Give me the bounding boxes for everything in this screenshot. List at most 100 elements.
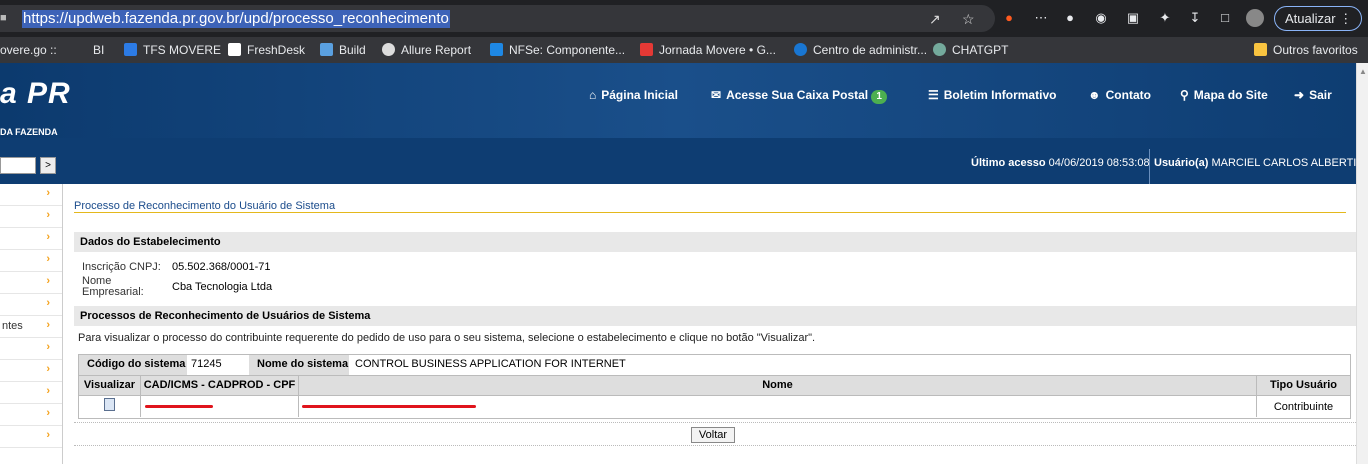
sidebar-item[interactable]: › [0, 206, 62, 228]
table-header: Visualizar CAD/ICMS - CADPROD - CPF Nome… [79, 375, 1350, 395]
sidebar-item[interactable]: ntes › [0, 316, 62, 338]
bookmark-icon [382, 43, 395, 56]
sys-name-value: CONTROL BUSINESS APPLICATION FOR INTERNE… [355, 358, 626, 370]
nav-exit[interactable]: ➜ Sair [1294, 88, 1332, 102]
section-header-processes: Processos de Reconhecimento de Usuários … [74, 306, 1356, 326]
mailbox-count-badge: 1 [871, 90, 888, 104]
url-text[interactable]: https://updweb.fazenda.pr.gov.br/upd/pro… [22, 10, 450, 28]
chevron-right-icon: › [46, 319, 50, 331]
sys-code-value: 71245 [191, 358, 222, 370]
sidebar-item[interactable]: › [0, 360, 62, 382]
bookmarks-bar: overe.go :: BI TFS MOVERE FreshDesk Buil… [0, 37, 1368, 63]
download-icon[interactable]: ↧ [1186, 9, 1204, 27]
bookmark-icon [794, 43, 807, 56]
chevron-right-icon: › [46, 209, 50, 221]
envelope-icon: ✉ [711, 88, 722, 102]
map-marker-icon: ⚲ [1180, 88, 1189, 102]
bookmark-item[interactable]: FreshDesk [228, 43, 305, 57]
users-icon: ☻ [1088, 88, 1101, 102]
nav-contact[interactable]: ☻ Contato [1088, 88, 1151, 102]
bookmark-item[interactable]: Jornada Movere • G... [640, 43, 776, 57]
address-bar[interactable]: ■ https://updweb.fazenda.pr.gov.br/upd/p… [0, 5, 995, 32]
nav-home[interactable]: ⌂ Página Inicial [589, 88, 678, 102]
col-view: Visualizar [83, 379, 136, 391]
extension-icon[interactable]: ● [1000, 9, 1018, 27]
actions-bar: Voltar [74, 422, 1356, 446]
sidebar-item[interactable]: › [0, 184, 62, 206]
sidebar-item[interactable]: › [0, 338, 62, 360]
section-header-establishment: Dados do Estabelecimento [74, 232, 1356, 252]
browser-toolbar: ■ https://updweb.fazenda.pr.gov.br/upd/p… [0, 0, 1368, 37]
col-name: Nome [298, 376, 1256, 395]
sidebar-item[interactable]: › [0, 272, 62, 294]
sidebar-item[interactable]: › [0, 404, 62, 426]
cadicms-cell [140, 396, 298, 417]
bookmark-item[interactable]: Outros favoritos [1254, 43, 1358, 57]
bookmark-icon [933, 43, 946, 56]
chevron-right-icon: › [46, 231, 50, 243]
nav-bulletin[interactable]: ☰ Boletim Informativo [928, 88, 1056, 102]
sidepanel-icon[interactable]: □ [1216, 9, 1234, 27]
extension-icon[interactable]: ● [1061, 9, 1079, 27]
star-icon[interactable]: ☆ [962, 11, 975, 28]
chevron-right-icon: › [46, 407, 50, 419]
bookmark-icon [640, 43, 653, 56]
system-info-row: Código do sistema 71245 Nome do sistema … [79, 355, 1350, 375]
sidebar-item[interactable]: › [0, 426, 62, 448]
bookmark-item[interactable]: overe.go :: [0, 43, 57, 57]
chevron-right-icon: › [46, 187, 50, 199]
extension-icon[interactable]: ◉ [1092, 9, 1110, 27]
home-icon: ⌂ [589, 88, 597, 102]
page-title: Processo de Reconhecimento do Usuário de… [74, 200, 336, 212]
bookmark-item[interactable]: CHATGPT [933, 43, 1008, 57]
bookmark-icon [320, 43, 333, 56]
main-content: Processo de Reconhecimento do Usuário de… [64, 184, 1356, 464]
bookmark-item[interactable]: BI [93, 43, 104, 57]
processes-table: Código do sistema 71245 Nome do sistema … [78, 354, 1351, 419]
header-divider [1149, 149, 1150, 185]
bookmark-item[interactable]: Allure Report [382, 43, 471, 57]
folder-icon [1254, 43, 1267, 56]
sidebar-item[interactable]: › [0, 294, 62, 316]
chevron-right-icon: › [46, 385, 50, 397]
site-logo[interactable]: a PR [0, 77, 71, 111]
bookmark-icon [490, 43, 503, 56]
chevron-right-icon: › [46, 253, 50, 265]
sidebar-item[interactable]: › [0, 382, 62, 404]
company-name-value: Cba Tecnologia Ltda [172, 281, 273, 293]
chevron-right-icon: › [46, 363, 50, 375]
title-divider [74, 212, 1346, 213]
nav-mailbox[interactable]: ✉ Acesse Sua Caixa Postal 1 [711, 88, 888, 104]
sidebar: › › › › › › ntes › › › › › › [0, 184, 63, 464]
bookmark-item[interactable]: NFSe: Componente... [490, 43, 625, 57]
puzzle-icon[interactable]: ✦ [1156, 9, 1174, 27]
scroll-up-icon[interactable]: ▲ [1359, 67, 1367, 76]
chevron-right-icon: › [46, 341, 50, 353]
share-icon[interactable]: ↗ [929, 11, 941, 28]
nav-sitemap[interactable]: ⚲ Mapa do Site [1180, 88, 1268, 102]
chevron-right-icon: › [46, 429, 50, 441]
avatar[interactable] [1246, 9, 1264, 27]
site-header: a PR DA FAZENDA ⌂ Página Inicial ✉ Acesse … [0, 63, 1356, 185]
bookmark-icon [228, 43, 241, 56]
table-row: Contribuinte [79, 395, 1350, 417]
company-name-label: Nome Empresarial: [82, 275, 144, 298]
update-button[interactable]: Atualizar ⋮ [1274, 6, 1362, 31]
bookmark-item[interactable]: TFS MOVERE [124, 43, 221, 57]
user-type-cell: Contribuinte [1256, 396, 1350, 417]
clipboard-icon[interactable] [104, 398, 115, 411]
sidebar-item[interactable]: › [0, 228, 62, 250]
bookmark-item[interactable]: Build [320, 43, 366, 57]
search-button[interactable]: > [40, 157, 56, 174]
bookmark-item[interactable]: Centro de administr... [794, 43, 927, 57]
view-cell [79, 396, 140, 417]
vertical-scrollbar[interactable]: ▲ [1356, 63, 1368, 464]
sys-code-label: Código do sistema [79, 355, 187, 375]
chevron-right-icon: › [46, 297, 50, 309]
search-input[interactable] [0, 157, 36, 174]
extension-icon[interactable]: ⋯ [1032, 9, 1050, 27]
extension-icon[interactable]: ▣ [1124, 9, 1142, 27]
back-button[interactable]: Voltar [691, 427, 735, 443]
sidebar-item[interactable]: › [0, 250, 62, 272]
chevron-right-icon: › [46, 275, 50, 287]
